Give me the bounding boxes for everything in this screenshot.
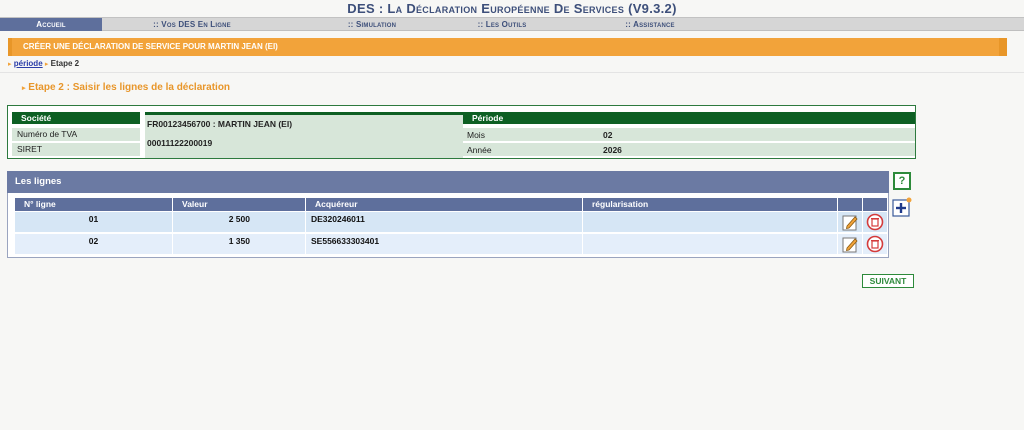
lines-table: N° ligne Valeur Acquéreur régularisation…	[7, 193, 889, 258]
breadcrumb: ▸ période ▸ Etape 2	[8, 58, 79, 70]
month-row	[463, 128, 915, 141]
edit-icon	[842, 215, 858, 230]
col-header-edit	[838, 198, 863, 211]
help-button[interactable]: ?	[893, 172, 911, 190]
nav-item-assistance[interactable]: :: Assistance	[560, 18, 740, 31]
cell-regularisation	[583, 212, 838, 232]
month-label: Mois	[467, 130, 485, 140]
delete-line-button[interactable]	[866, 235, 884, 253]
delete-line-button[interactable]	[866, 213, 884, 231]
period-header: Période	[463, 112, 915, 124]
add-icon	[892, 197, 912, 217]
edit-icon	[842, 237, 858, 252]
step-title: ▸ Etape 2 : Saisir les lignes de la décl…	[22, 82, 230, 93]
col-header-value: Valeur	[173, 198, 306, 211]
cell-value: 2 500	[173, 212, 306, 232]
next-button[interactable]: SUIVANT	[862, 274, 914, 288]
app-title: DES : La Déclaration Européenne De Servi…	[347, 1, 677, 16]
main-nav: Accueil :: Vos DES En Ligne :: Simulatio…	[0, 17, 1024, 31]
siret-value: 00011122200019	[147, 138, 213, 148]
year-label: Année	[467, 145, 492, 155]
tva-value: FR00123456700 : MARTIN JEAN (EI)	[147, 119, 293, 129]
year-row	[463, 143, 915, 156]
year-value: 2026	[603, 145, 622, 155]
declaration-info-box: Société Numéro de TVA SIRET FR0012345670…	[7, 105, 916, 159]
step-title-text: Etape 2 : Saisir les lignes de la déclar…	[28, 82, 231, 93]
delete-icon	[866, 213, 884, 231]
col-header-delete	[863, 198, 887, 211]
divider	[0, 72, 1024, 73]
edit-line-button[interactable]	[841, 213, 859, 231]
step-arrow-icon: ▸	[22, 85, 26, 92]
cell-buyer: DE320246011	[306, 212, 583, 232]
company-values: FR00123456700 : MARTIN JEAN (EI) 0001112…	[145, 112, 463, 158]
cell-buyer: SE556633303401	[306, 234, 583, 254]
cell-num: 01	[15, 212, 173, 232]
breadcrumb-arrow-icon: ▸	[44, 61, 49, 68]
nav-item-vos-des[interactable]: :: Vos DES En Ligne	[102, 18, 282, 31]
col-header-regularisation: régularisation	[583, 198, 838, 211]
month-value: 02	[603, 130, 613, 140]
col-header-num: N° ligne	[15, 198, 173, 211]
edit-line-button[interactable]	[841, 235, 859, 253]
breadcrumb-arrow-icon: ▸	[8, 61, 12, 68]
nav-item-accueil[interactable]: Accueil	[0, 18, 102, 31]
tva-label: Numéro de TVA	[12, 128, 140, 141]
page-banner: CRÉER UNE DÉCLARATION DE SERVICE POUR MA…	[8, 38, 1007, 56]
breadcrumb-current: Etape 2	[50, 59, 80, 68]
siret-label: SIRET	[12, 143, 140, 156]
breadcrumb-link-periode[interactable]: période	[14, 59, 43, 68]
add-line-button[interactable]	[892, 197, 912, 217]
lines-panel-title: Les lignes	[7, 171, 889, 193]
cell-regularisation	[583, 234, 838, 254]
company-header: Société	[12, 112, 140, 124]
col-header-buyer: Acquéreur	[306, 198, 583, 211]
delete-icon	[866, 235, 884, 253]
cell-value: 1 350	[173, 234, 306, 254]
cell-num: 02	[15, 234, 173, 254]
